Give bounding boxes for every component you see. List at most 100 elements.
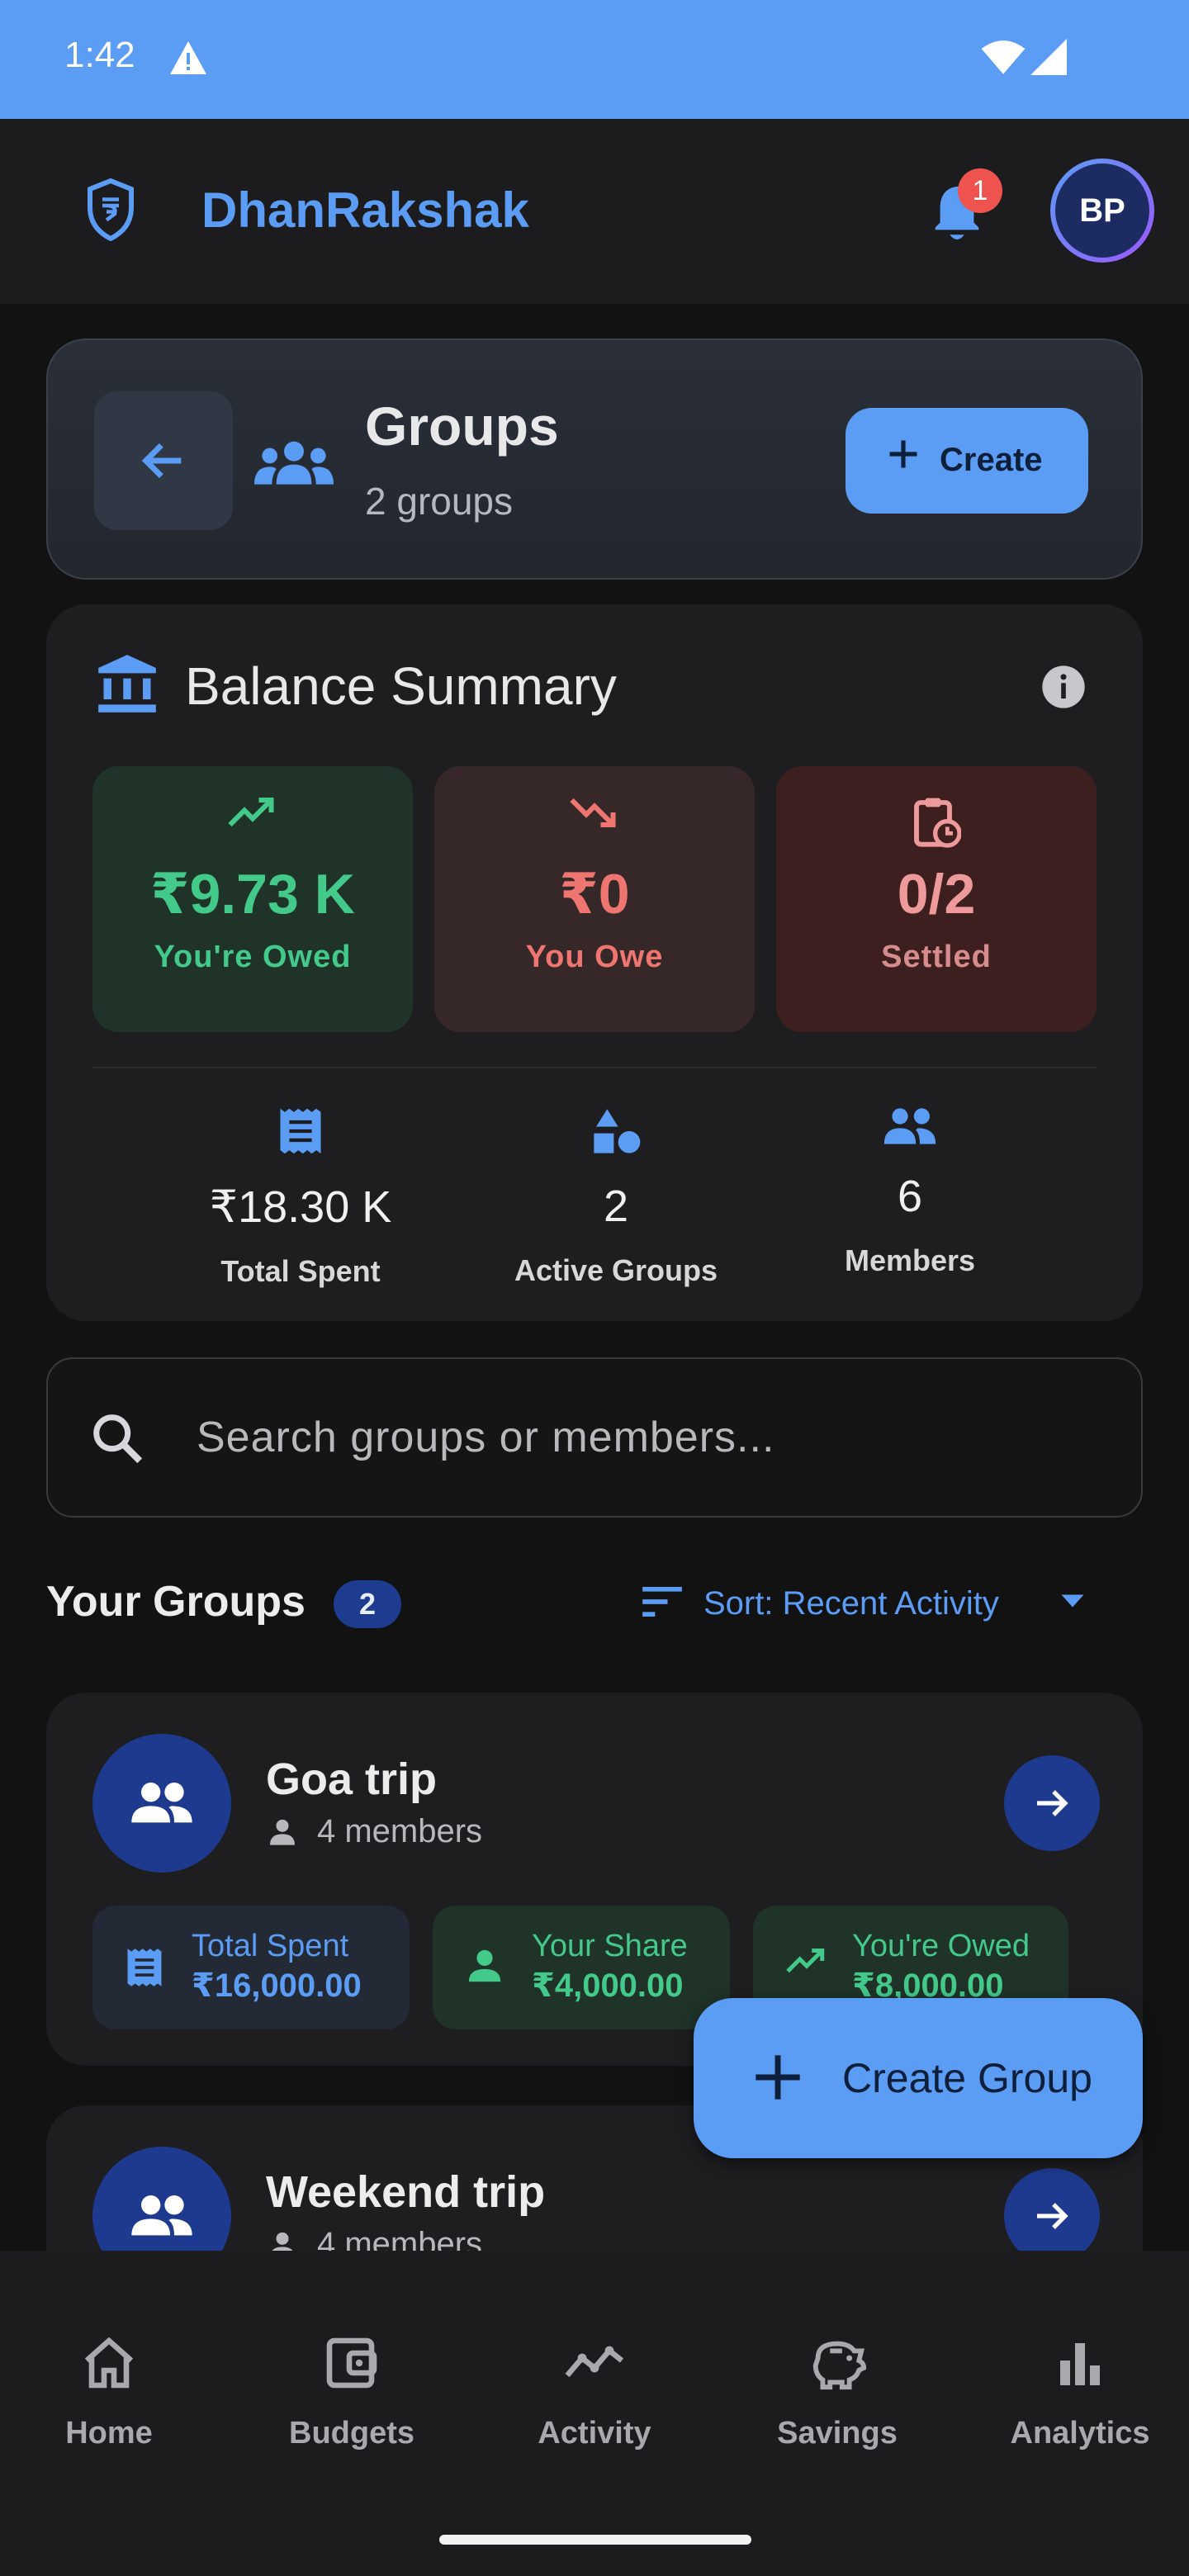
category-shapes-icon <box>594 1109 641 1153</box>
people-icon <box>131 2195 192 2236</box>
member-count-text: 4 members <box>317 1813 483 1849</box>
metric-label: Total Spent <box>220 1254 381 1288</box>
nav-item-activity[interactable]: Activity <box>495 2333 694 2451</box>
search-input[interactable] <box>197 1392 1105 1483</box>
total-spent-pill: Total Spent ₹16,000.00 <box>92 1906 410 2029</box>
divider <box>92 1067 1097 1068</box>
metric-value: ₹18.30 K <box>209 1182 392 1232</box>
group-count-subtitle: 2 groups <box>365 480 514 523</box>
home-indicator[interactable] <box>439 2535 751 2545</box>
sort-label: Sort: Recent Activity <box>703 1585 999 1622</box>
arrow-back-icon <box>141 443 182 479</box>
group-name: Goa trip <box>266 1754 438 1804</box>
create-button-label: Create <box>940 442 1043 478</box>
metric-value: 6 <box>897 1172 923 1221</box>
arrow-forward-icon <box>1037 2203 1068 2229</box>
stat-label: Settled <box>881 940 992 974</box>
search-bar[interactable] <box>46 1357 1143 1518</box>
nav-label: Budgets <box>289 2416 414 2451</box>
stat-you-owe: ₹0 You Owe <box>434 766 755 1032</box>
piggy-bank-icon <box>812 2341 867 2390</box>
receipt-icon <box>127 1949 162 1986</box>
nav-label: Savings <box>777 2416 898 2451</box>
person-icon <box>270 1819 295 1845</box>
avatar[interactable]: BP <box>1050 159 1154 263</box>
wallet-icon <box>326 2337 377 2389</box>
page-title: Groups <box>365 395 559 457</box>
open-group-button[interactable] <box>1004 2168 1100 2251</box>
arrow-forward-icon <box>1037 1790 1068 1816</box>
metric-label: Members <box>844 1243 976 1277</box>
stat-you-are-owed: ₹9.73 K You're Owed <box>92 766 413 1032</box>
pill-label: You're Owed <box>852 1929 1030 1963</box>
stat-label: You Owe <box>525 940 664 974</box>
group-avatar <box>92 1734 231 1873</box>
group-name: Weekend trip <box>266 2167 546 2217</box>
pill-label: Your Share <box>532 1929 688 1963</box>
your-groups-title: Your Groups <box>46 1578 306 1626</box>
pending-clipboard-icon <box>914 798 961 848</box>
status-bar: 1:42 <box>0 0 1189 119</box>
trending-up-icon <box>786 1949 825 1973</box>
metric-value: 2 <box>603 1181 629 1231</box>
nav-item-analytics[interactable]: Analytics <box>981 2333 1179 2451</box>
create-button[interactable]: Create <box>846 408 1088 514</box>
app-title: DhanRakshak <box>201 182 529 238</box>
cellular-signal-icon <box>1030 39 1067 75</box>
receipt-icon <box>280 1108 321 1154</box>
stat-value: ₹0 <box>559 863 630 926</box>
notification-badge: 1 <box>958 168 1002 213</box>
info-icon[interactable] <box>1040 664 1087 710</box>
metric-members: 6 Members <box>786 1106 1034 1278</box>
nav-item-budgets[interactable]: Budgets <box>253 2333 451 2451</box>
nav-item-savings[interactable]: Savings <box>738 2333 936 2451</box>
bottom-navigation: Home Budgets Activity Savings Analytics <box>0 2251 1189 2576</box>
bar-chart-icon <box>1060 2343 1100 2385</box>
stat-value: ₹9.73 K <box>150 863 355 926</box>
plus-icon <box>756 2055 800 2100</box>
nav-label: Analytics <box>1010 2416 1150 2451</box>
wifi-icon <box>981 40 1026 74</box>
trending-up-icon <box>228 798 274 827</box>
nav-label: Activity <box>538 2416 651 2451</box>
trending-down-icon <box>570 798 616 827</box>
metric-total-spent: ₹18.30 K Total Spent <box>177 1106 424 1289</box>
sort-icon <box>642 1587 682 1617</box>
person-icon <box>468 1949 501 1982</box>
metric-label: Active Groups <box>514 1253 718 1287</box>
app-bar: DhanRakshak 1 BP <box>0 119 1189 304</box>
pill-label: Total Spent <box>192 1929 349 1963</box>
chevron-down-icon <box>1061 1594 1084 1608</box>
groups-header-card: Groups 2 groups Create <box>46 339 1143 580</box>
plus-icon <box>889 440 917 468</box>
groups-icon <box>254 441 334 485</box>
activity-icon <box>565 2346 624 2378</box>
metric-active-groups: 2 Active Groups <box>492 1106 740 1288</box>
balance-summary-title: Balance Summary <box>185 656 617 716</box>
balance-summary-card: Balance Summary ₹9.73 K You're Owed ₹0 Y… <box>46 604 1143 1321</box>
bank-icon <box>98 655 156 713</box>
stat-settled: 0/2 Settled <box>776 766 1097 1032</box>
pill-value: ₹4,000.00 <box>532 1968 684 2004</box>
open-group-button[interactable] <box>1004 1755 1100 1851</box>
create-group-fab[interactable]: Create Group <box>694 1998 1143 2158</box>
home-icon <box>84 2337 134 2389</box>
person-icon <box>272 2232 293 2251</box>
status-time: 1:42 <box>64 35 135 75</box>
your-share-pill: Your Share ₹4,000.00 <box>433 1906 730 2029</box>
nav-label: Home <box>65 2416 153 2451</box>
group-avatar <box>92 2147 231 2251</box>
shield-logo-icon <box>88 178 134 241</box>
people-icon <box>883 1108 936 1144</box>
groups-count-badge: 2 <box>334 1580 401 1628</box>
pill-value: ₹16,000.00 <box>192 1968 362 2004</box>
nav-item-home[interactable]: Home <box>10 2333 208 2451</box>
back-button[interactable] <box>94 391 233 530</box>
stat-value: 0/2 <box>897 863 976 926</box>
fab-label: Create Group <box>842 2055 1092 2101</box>
warning-icon <box>170 41 206 74</box>
stat-label: You're Owed <box>154 940 352 974</box>
member-count-text: 4 members <box>317 2226 483 2251</box>
avatar-initials: BP <box>1055 163 1149 258</box>
search-icon <box>93 1414 143 1464</box>
